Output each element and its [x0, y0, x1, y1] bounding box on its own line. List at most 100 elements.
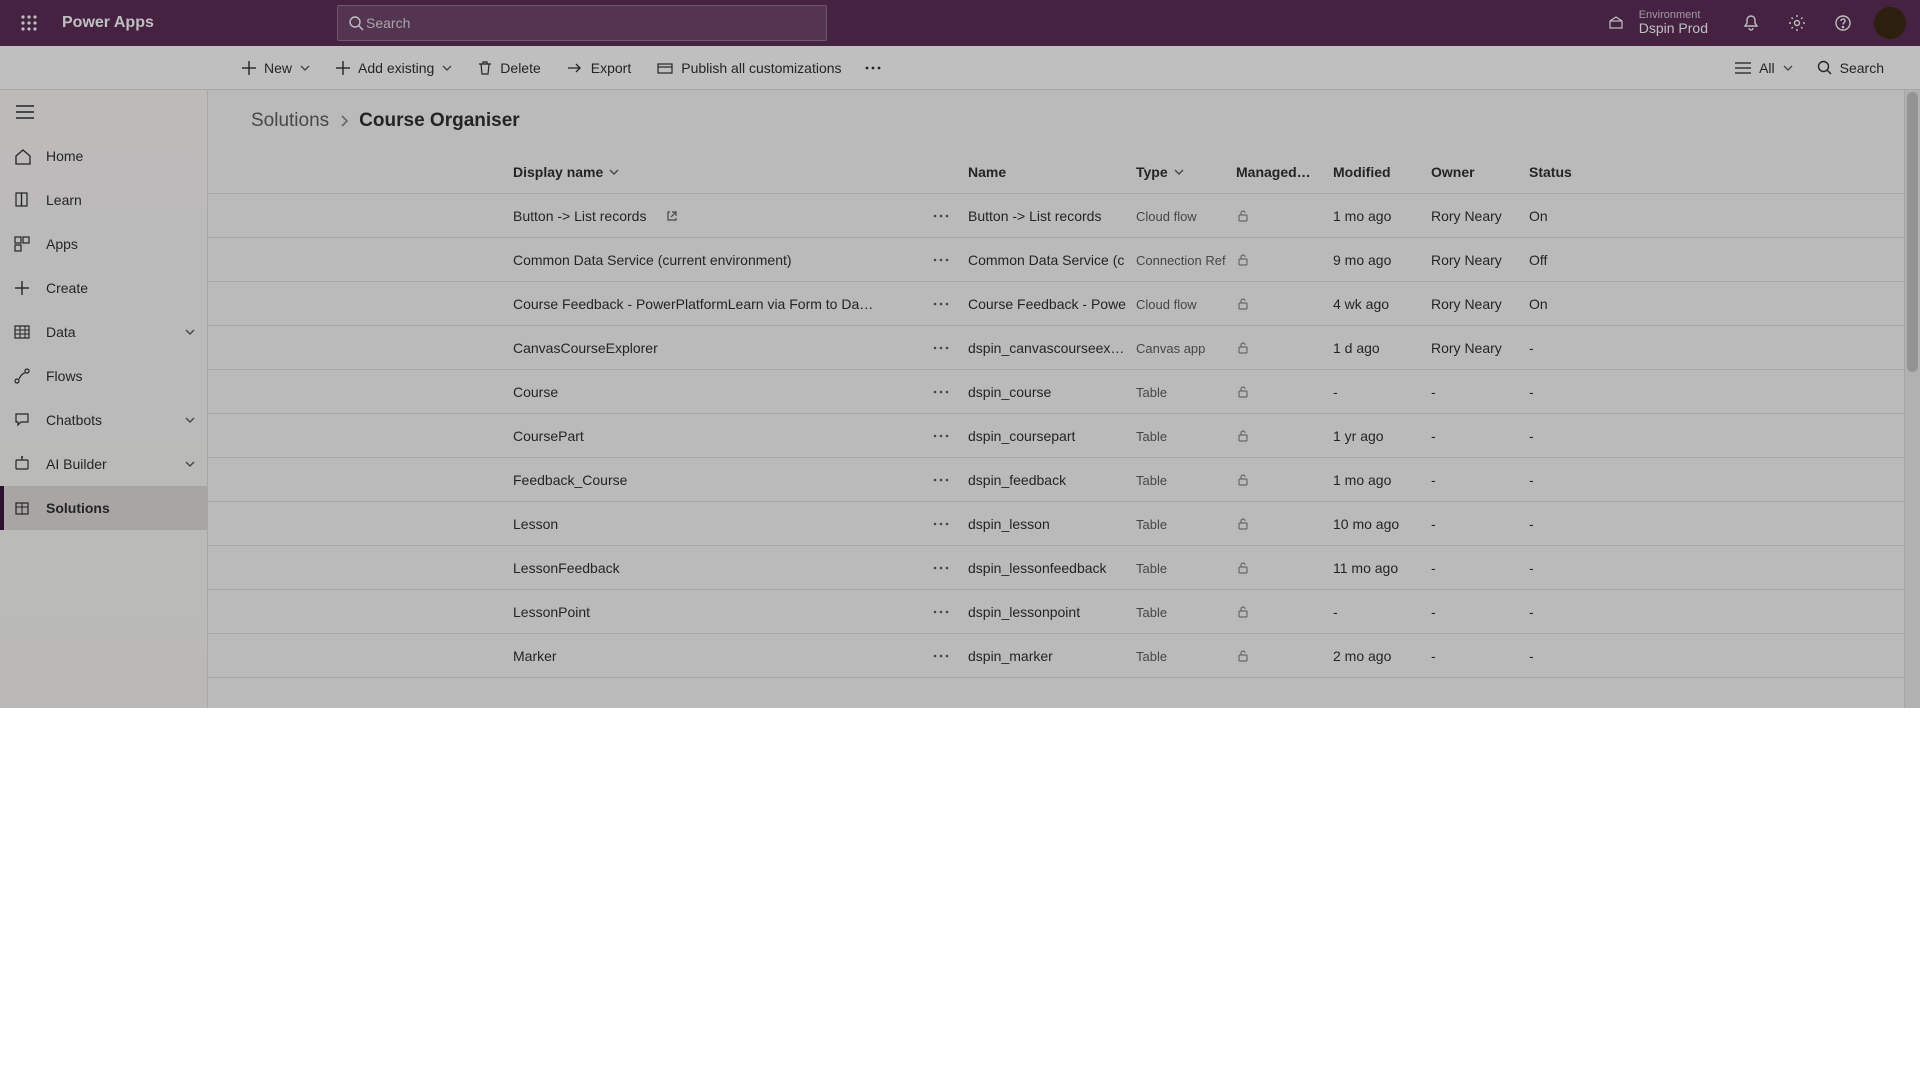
scrollbar-thumb[interactable] [1907, 92, 1918, 372]
cell-owner: - [1431, 414, 1521, 458]
column-header-status[interactable]: Status [1529, 150, 1609, 194]
table-row[interactable]: Button -> List records Button -> List re… [208, 194, 1920, 238]
cell-owner: - [1431, 590, 1521, 634]
list-icon [1735, 62, 1751, 74]
export-button[interactable]: Export [555, 46, 643, 90]
cell-type: Cloud flow [1136, 282, 1236, 326]
table-row[interactable]: LessonPointdspin_lessonpointTable--- [208, 590, 1920, 634]
cell-modified: 11 mo ago [1333, 546, 1423, 590]
table-row[interactable]: CoursePartdspin_coursepartTable1 yr ago-… [208, 414, 1920, 458]
help-button[interactable] [1820, 0, 1866, 46]
table-row[interactable]: Feedback_Coursedspin_feedbackTable1 mo a… [208, 458, 1920, 502]
global-search-input[interactable] [364, 14, 816, 32]
environment-picker[interactable]: Environment Dspin Prod [1587, 9, 1728, 36]
row-more-button[interactable] [923, 326, 959, 370]
cell-display-name[interactable]: Lesson [513, 502, 903, 546]
sidebar-item-learn[interactable]: Learn [0, 178, 207, 222]
notifications-button[interactable] [1728, 0, 1774, 46]
table-row[interactable]: Course Feedback - PowerPlatformLearn via… [208, 282, 1920, 326]
row-more-button[interactable] [923, 238, 959, 282]
more-commands-button[interactable] [856, 46, 890, 90]
sidebar-item-label: Apps [46, 236, 78, 252]
more-horizontal-icon [933, 258, 949, 262]
row-more-button[interactable] [923, 282, 959, 326]
app-launcher-button[interactable] [6, 0, 52, 46]
sidebar-item-data[interactable]: Data [0, 310, 207, 354]
settings-button[interactable] [1774, 0, 1820, 46]
column-header-display-name[interactable]: Display name [513, 150, 953, 194]
unlock-icon [1236, 253, 1250, 267]
table-row[interactable]: Markerdspin_markerTable2 mo ago-- [208, 634, 1920, 678]
row-more-button[interactable] [923, 414, 959, 458]
sidebar-item-home[interactable]: Home [0, 134, 207, 178]
cell-name: dspin_feedback [968, 458, 1128, 502]
more-horizontal-icon [933, 566, 949, 570]
breadcrumb-current: Course Organiser [359, 110, 520, 132]
waffle-icon [20, 14, 38, 32]
cell-display-name[interactable]: Marker [513, 634, 903, 678]
cell-display-name[interactable]: Feedback_Course [513, 458, 903, 502]
cell-managed [1236, 502, 1326, 546]
cell-owner: - [1431, 502, 1521, 546]
breadcrumb-root[interactable]: Solutions [251, 110, 329, 132]
sidebar-item-apps[interactable]: Apps [0, 222, 207, 266]
table-row[interactable]: Lessondspin_lessonTable10 mo ago-- [208, 502, 1920, 546]
sidebar-item-ai-builder[interactable]: AI Builder [0, 442, 207, 486]
sidebar-item-label: Learn [46, 192, 82, 208]
more-horizontal-icon [864, 65, 882, 71]
grid-search-button[interactable]: Search [1809, 46, 1892, 90]
sidebar-item-create[interactable]: Create [0, 266, 207, 310]
cell-display-name[interactable]: Common Data Service (current environment… [513, 238, 903, 282]
row-more-button[interactable] [923, 458, 959, 502]
nav-collapse-toggle[interactable] [0, 90, 207, 134]
view-filter-dropdown[interactable]: All [1725, 46, 1803, 90]
cell-managed [1236, 546, 1326, 590]
search-icon [348, 15, 364, 31]
cell-display-name[interactable]: LessonPoint [513, 590, 903, 634]
cell-status: - [1529, 634, 1609, 678]
table-row[interactable]: CanvasCourseExplorerdspin_canvascourseex… [208, 326, 1920, 370]
chevron-down-icon [185, 460, 195, 468]
cell-managed [1236, 634, 1326, 678]
row-more-button[interactable] [923, 194, 959, 238]
row-more-button[interactable] [923, 502, 959, 546]
cell-display-name[interactable]: CanvasCourseExplorer [513, 326, 903, 370]
product-brand[interactable]: Power Apps [62, 14, 154, 32]
table-row[interactable]: LessonFeedbackdspin_lessonfeedbackTable1… [208, 546, 1920, 590]
cell-display-name[interactable]: LessonFeedback [513, 546, 903, 590]
environment-icon [1607, 14, 1625, 32]
sidebar-item-chatbots[interactable]: Chatbots [0, 398, 207, 442]
sidebar-item-flows[interactable]: Flows [0, 354, 207, 398]
column-header-modified[interactable]: Modified [1333, 150, 1423, 194]
unlock-icon [1236, 297, 1250, 311]
new-button[interactable]: New [230, 46, 322, 90]
table-row[interactable]: Coursedspin_courseTable--- [208, 370, 1920, 414]
delete-button[interactable]: Delete [466, 46, 552, 90]
column-header-name[interactable]: Name [968, 150, 1128, 194]
more-horizontal-icon [933, 610, 949, 614]
publish-all-button[interactable]: Publish all customizations [645, 46, 853, 90]
user-avatar[interactable] [1874, 7, 1906, 39]
table-row[interactable]: Common Data Service (current environment… [208, 238, 1920, 282]
row-more-button[interactable] [923, 370, 959, 414]
app-header-bar: Power Apps Environment Dspin Prod [0, 0, 1920, 46]
unlock-icon [1236, 209, 1250, 223]
row-more-button[interactable] [923, 546, 959, 590]
cell-owner: - [1431, 458, 1521, 502]
column-header-owner[interactable]: Owner [1431, 150, 1521, 194]
add-existing-button[interactable]: Add existing [324, 46, 464, 90]
bell-icon [1742, 14, 1760, 32]
row-more-button[interactable] [923, 634, 959, 678]
cell-display-name[interactable]: Button -> List records [513, 194, 903, 238]
global-search[interactable] [337, 5, 827, 41]
sidebar-item-solutions[interactable]: Solutions [0, 486, 207, 530]
cell-display-name[interactable]: Course [513, 370, 903, 414]
row-more-button[interactable] [923, 590, 959, 634]
cell-display-name[interactable]: CoursePart [513, 414, 903, 458]
vertical-scrollbar[interactable] [1904, 90, 1920, 708]
column-header-managed[interactable]: Managed… [1236, 150, 1326, 194]
cell-display-name[interactable]: Course Feedback - PowerPlatformLearn via… [513, 282, 903, 326]
command-bar: New Add existing Delete Export Publish a… [0, 46, 1920, 90]
unlock-icon [1236, 649, 1250, 663]
column-header-type[interactable]: Type [1136, 150, 1236, 194]
